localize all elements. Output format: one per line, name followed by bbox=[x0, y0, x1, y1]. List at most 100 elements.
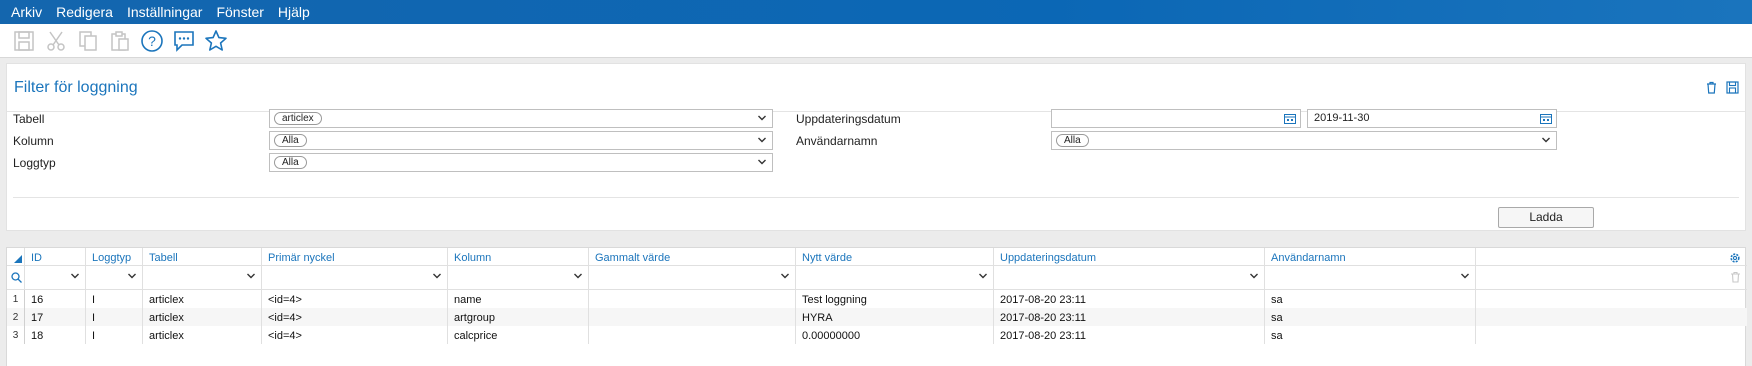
col-filter-anvandarnamn[interactable] bbox=[1265, 266, 1476, 289]
uppdatering-label: Uppdateringsdatum bbox=[796, 112, 901, 126]
log-grid: ID Loggtyp Tabell Primär nyckel Kolumn G… bbox=[6, 247, 1747, 366]
delete-icon[interactable] bbox=[1705, 81, 1718, 97]
date-to-value: 2019-11-30 bbox=[1314, 112, 1370, 124]
date-from-field[interactable] bbox=[1051, 109, 1301, 128]
cell-kolumn[interactable]: calcprice bbox=[448, 326, 589, 344]
cell-id[interactable]: 18 bbox=[25, 326, 86, 344]
cell-gammalt-varde[interactable] bbox=[589, 290, 796, 308]
col-header-gammalt-varde[interactable]: Gammalt värde bbox=[589, 248, 796, 265]
kolumn-chip[interactable]: Alla bbox=[274, 134, 307, 147]
cell-gammalt-varde[interactable] bbox=[589, 326, 796, 344]
col-filter-uppdateringsdatum[interactable] bbox=[994, 266, 1265, 289]
col-filter-loggtyp[interactable] bbox=[86, 266, 143, 289]
toolbar: ? bbox=[0, 24, 1752, 58]
cell-kolumn[interactable]: artgroup bbox=[448, 308, 589, 326]
table-row[interactable]: 1 16 I articlex <id=4> name Test loggnin… bbox=[7, 290, 1747, 308]
loggtyp-label: Loggtyp bbox=[13, 156, 56, 170]
cell-tabell[interactable]: articlex bbox=[143, 308, 262, 326]
kolumn-label: Kolumn bbox=[13, 134, 54, 148]
anvandare-chip[interactable]: Alla bbox=[1056, 134, 1089, 147]
calendar-icon[interactable] bbox=[1540, 113, 1552, 124]
svg-text:?: ? bbox=[148, 33, 156, 49]
divider bbox=[13, 197, 1739, 198]
row-number[interactable]: 3 bbox=[7, 326, 25, 344]
tabell-chip[interactable]: articlex bbox=[274, 112, 322, 125]
chevron-down-icon bbox=[758, 159, 766, 165]
cell-kolumn[interactable]: name bbox=[448, 290, 589, 308]
table-row[interactable]: 3 18 I articlex <id=4> calcprice 0.00000… bbox=[7, 326, 1747, 344]
col-filter-gammalt-varde[interactable] bbox=[589, 266, 796, 289]
grid-header: ID Loggtyp Tabell Primär nyckel Kolumn G… bbox=[7, 248, 1747, 266]
filter-row bbox=[7, 266, 1747, 290]
cell-tabell[interactable]: articlex bbox=[143, 290, 262, 308]
cell-loggtyp[interactable]: I bbox=[86, 308, 143, 326]
menu-arkiv[interactable]: Arkiv bbox=[0, 0, 49, 24]
cell-primar-nyckel[interactable]: <id=4> bbox=[262, 326, 448, 344]
cell-loggtyp[interactable]: I bbox=[86, 326, 143, 344]
kolumn-select[interactable]: Alla bbox=[269, 131, 773, 150]
chevron-down-icon bbox=[1542, 137, 1550, 143]
cell-nytt-varde[interactable]: Test loggning bbox=[796, 290, 994, 308]
cell-id[interactable]: 16 bbox=[25, 290, 86, 308]
cell-anvandarnamn[interactable]: sa bbox=[1265, 290, 1476, 308]
gear-icon[interactable] bbox=[1729, 252, 1741, 267]
cell-nytt-varde[interactable]: 0.00000000 bbox=[796, 326, 994, 344]
cell-uppdateringsdatum[interactable]: 2017-08-20 23:11 bbox=[994, 290, 1265, 308]
menu-hjalp[interactable]: Hjälp bbox=[271, 0, 317, 24]
help-icon[interactable]: ? bbox=[136, 26, 168, 56]
cell-tabell[interactable]: articlex bbox=[143, 326, 262, 344]
cut-icon[interactable] bbox=[40, 26, 72, 56]
panel-actions bbox=[1705, 81, 1739, 97]
col-header-kolumn[interactable]: Kolumn bbox=[448, 248, 589, 265]
col-header-uppdateringsdatum[interactable]: Uppdateringsdatum bbox=[994, 248, 1265, 265]
save-filter-icon[interactable] bbox=[1726, 81, 1739, 97]
chevron-down-icon bbox=[758, 115, 766, 121]
col-header-primar-nyckel[interactable]: Primär nyckel bbox=[262, 248, 448, 265]
col-header-tabell[interactable]: Tabell bbox=[143, 248, 262, 265]
row-number[interactable]: 2 bbox=[7, 308, 25, 326]
chevron-down-icon bbox=[758, 137, 766, 143]
filter-panel: Filter för loggning Tabell articlex Kolu… bbox=[6, 63, 1746, 231]
cell-nytt-varde[interactable]: HYRA bbox=[796, 308, 994, 326]
col-filter-primar-nyckel[interactable] bbox=[262, 266, 448, 289]
calendar-icon[interactable] bbox=[1284, 113, 1296, 124]
search-icon[interactable] bbox=[7, 266, 25, 289]
menu-installningar[interactable]: Inställningar bbox=[120, 0, 210, 24]
anvandare-select[interactable]: Alla bbox=[1051, 131, 1557, 150]
cell-uppdateringsdatum[interactable]: 2017-08-20 23:11 bbox=[994, 326, 1265, 344]
anvandare-label: Användarnamn bbox=[796, 134, 878, 148]
cell-primar-nyckel[interactable]: <id=4> bbox=[262, 308, 448, 326]
star-icon[interactable] bbox=[200, 26, 232, 56]
tabell-select[interactable]: articlex bbox=[269, 109, 773, 128]
col-filter-tabell[interactable] bbox=[143, 266, 262, 289]
col-filter-id[interactable] bbox=[25, 266, 86, 289]
col-filter-nytt-varde[interactable] bbox=[796, 266, 994, 289]
cell-anvandarnamn[interactable]: sa bbox=[1265, 308, 1476, 326]
cell-id[interactable]: 17 bbox=[25, 308, 86, 326]
col-filter-kolumn[interactable] bbox=[448, 266, 589, 289]
save-icon[interactable] bbox=[8, 26, 40, 56]
col-header-nytt-varde[interactable]: Nytt värde bbox=[796, 248, 994, 265]
panel-title: Filter för loggning bbox=[14, 79, 138, 96]
chat-icon[interactable] bbox=[168, 26, 200, 56]
menu-fonster[interactable]: Fönster bbox=[209, 0, 270, 24]
loggtyp-select[interactable]: Alla bbox=[269, 153, 773, 172]
row-number[interactable]: 1 bbox=[7, 290, 25, 308]
copy-icon[interactable] bbox=[72, 26, 104, 56]
cell-primar-nyckel[interactable]: <id=4> bbox=[262, 290, 448, 308]
cell-gammalt-varde[interactable] bbox=[589, 308, 796, 326]
tabell-label: Tabell bbox=[13, 112, 45, 126]
col-header-loggtyp[interactable]: Loggtyp bbox=[86, 248, 143, 265]
ladda-button[interactable]: Ladda bbox=[1498, 207, 1594, 228]
loggtyp-chip[interactable]: Alla bbox=[274, 156, 307, 169]
cell-anvandarnamn[interactable]: sa bbox=[1265, 326, 1476, 344]
cell-uppdateringsdatum[interactable]: 2017-08-20 23:11 bbox=[994, 308, 1265, 326]
paste-icon[interactable] bbox=[104, 26, 136, 56]
clear-filter-icon[interactable] bbox=[1730, 271, 1741, 286]
col-header-id[interactable]: ID bbox=[25, 248, 86, 265]
date-to-field[interactable]: 2019-11-30 bbox=[1307, 109, 1557, 128]
table-row[interactable]: 2 17 I articlex <id=4> artgroup HYRA 201… bbox=[7, 308, 1747, 326]
col-header-anvandarnamn[interactable]: Användarnamn bbox=[1265, 248, 1476, 265]
cell-loggtyp[interactable]: I bbox=[86, 290, 143, 308]
menu-redigera[interactable]: Redigera bbox=[49, 0, 120, 24]
